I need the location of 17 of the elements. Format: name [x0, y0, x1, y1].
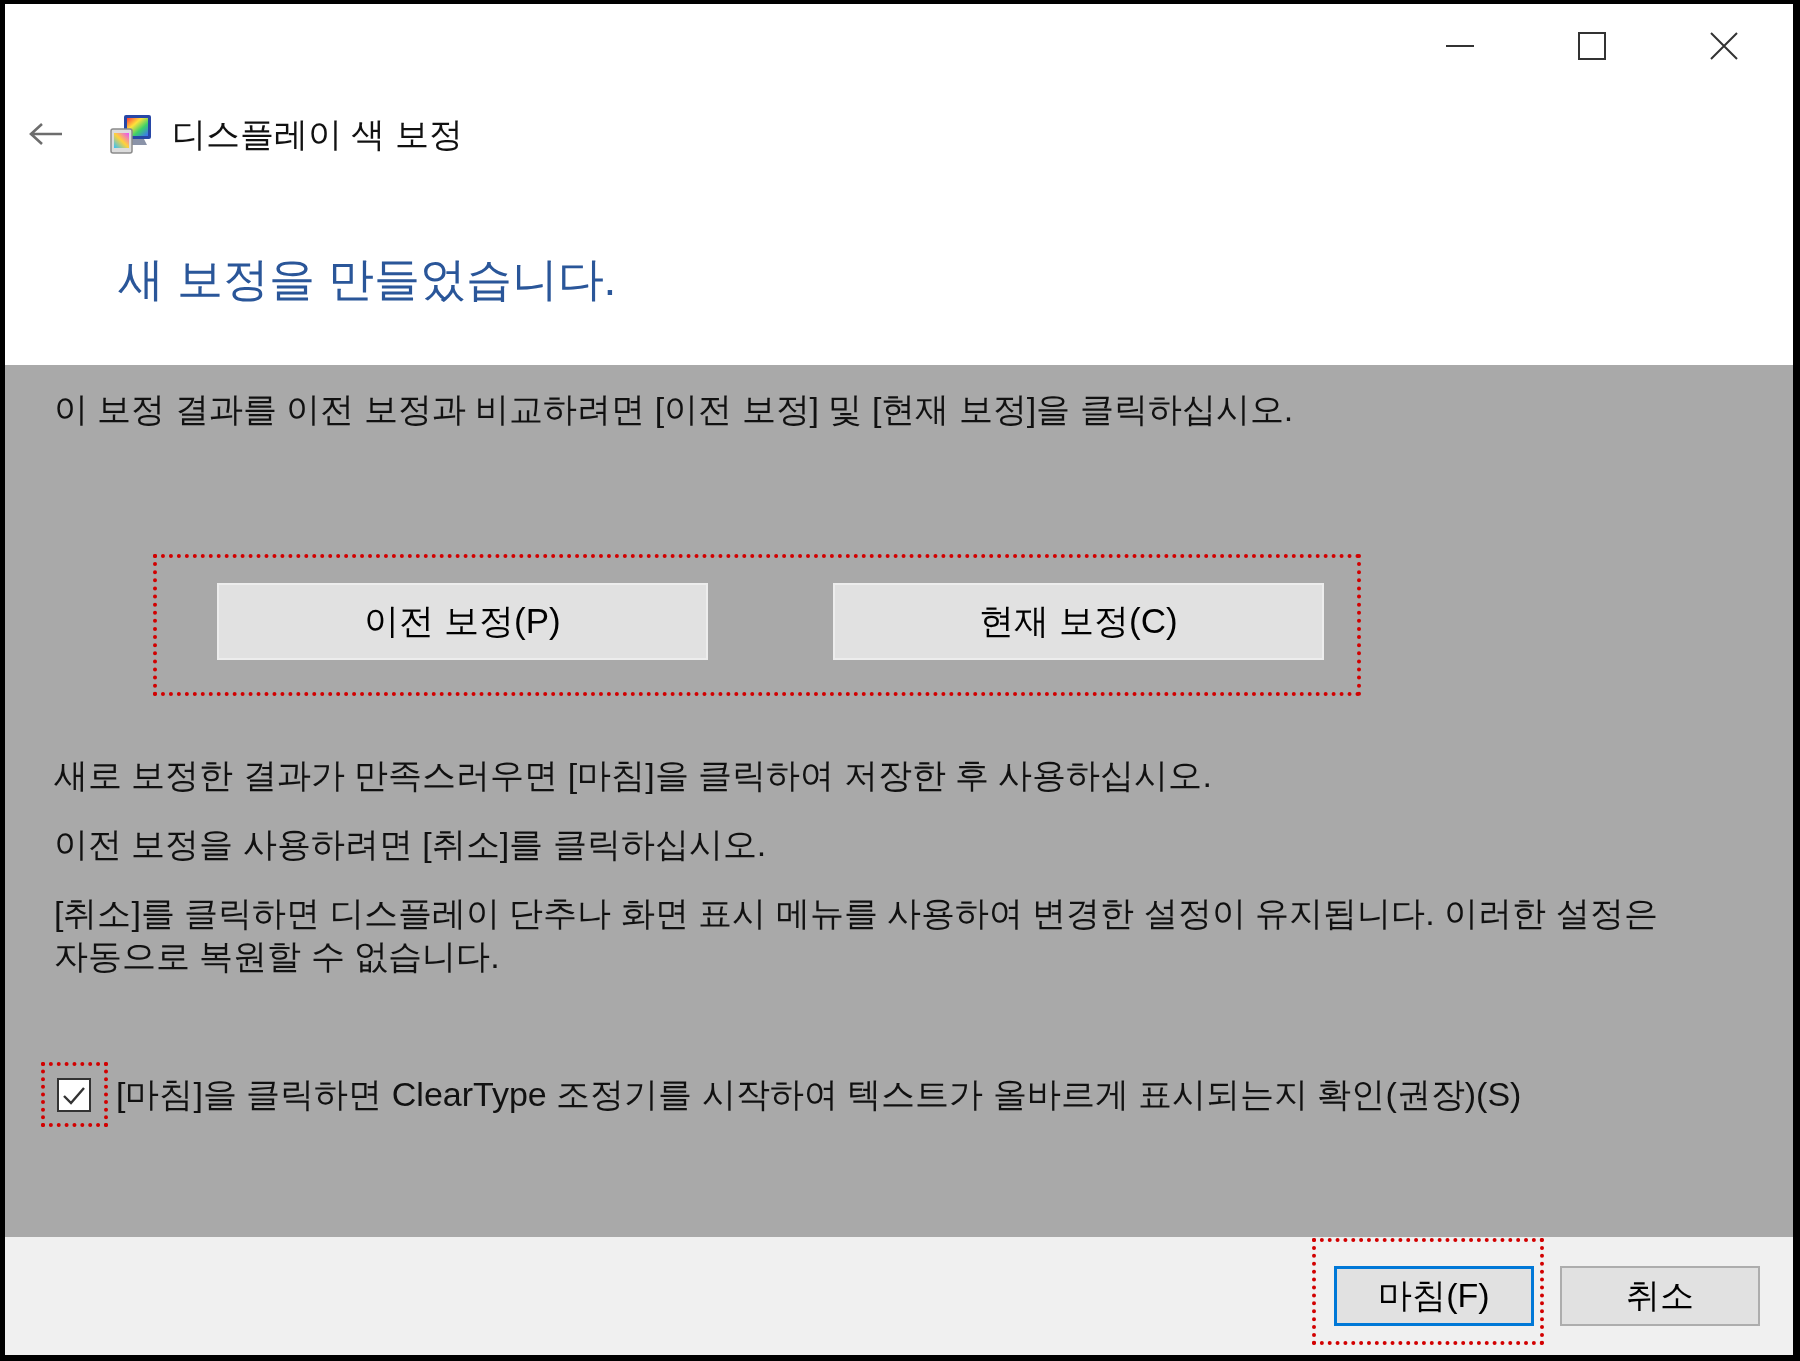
maximize-icon[interactable]	[1578, 32, 1606, 60]
checkbox[interactable]	[57, 1078, 91, 1112]
back-arrow-icon[interactable]	[29, 122, 63, 146]
page-heading: 새 보정을 만들었습니다.	[118, 252, 617, 307]
paragraph-text: 이전 보정을 사용하려면 [취소]를 클릭하십시오.	[54, 824, 767, 865]
compare-button[interactable]: 이전 보정(P)	[217, 583, 708, 660]
cancel-button[interactable]: 취소	[1560, 1266, 1760, 1326]
checkbox-label[interactable]: [마침]을 클릭하면 ClearType 조정기를 시작하여 텍스트가 올바르게 표시되는지 확인(권장)(S)	[116, 1073, 1522, 1116]
close-icon[interactable]	[1710, 32, 1738, 60]
color-monitor-icon	[110, 114, 152, 154]
paragraph-text: [취소]를 클릭하면 디스플레이 단추나 화면 표시 메뉴를 사용하여 변경한 설정이 유지됩니다. 이러한 설정은 자동으로 복원할 수 없습니다.	[54, 893, 1659, 977]
window-title: 디스플레이 색 보정	[172, 114, 463, 155]
minimize-icon[interactable]	[1446, 44, 1474, 48]
paragraph-text: 새로 보정한 결과가 만족스러우면 [마침]을 클릭하여 저장한 후 사용하십시오.	[54, 755, 1212, 796]
compare-button[interactable]: 현재 보정(C)	[833, 583, 1324, 660]
instruction-text: 이 보정 결과를 이전 보정과 비교하려면 [이전 보정] 및 [현재 보정]을 클릭하십시오.	[54, 389, 1294, 430]
finish-button[interactable]: 마침(F)	[1334, 1266, 1534, 1326]
